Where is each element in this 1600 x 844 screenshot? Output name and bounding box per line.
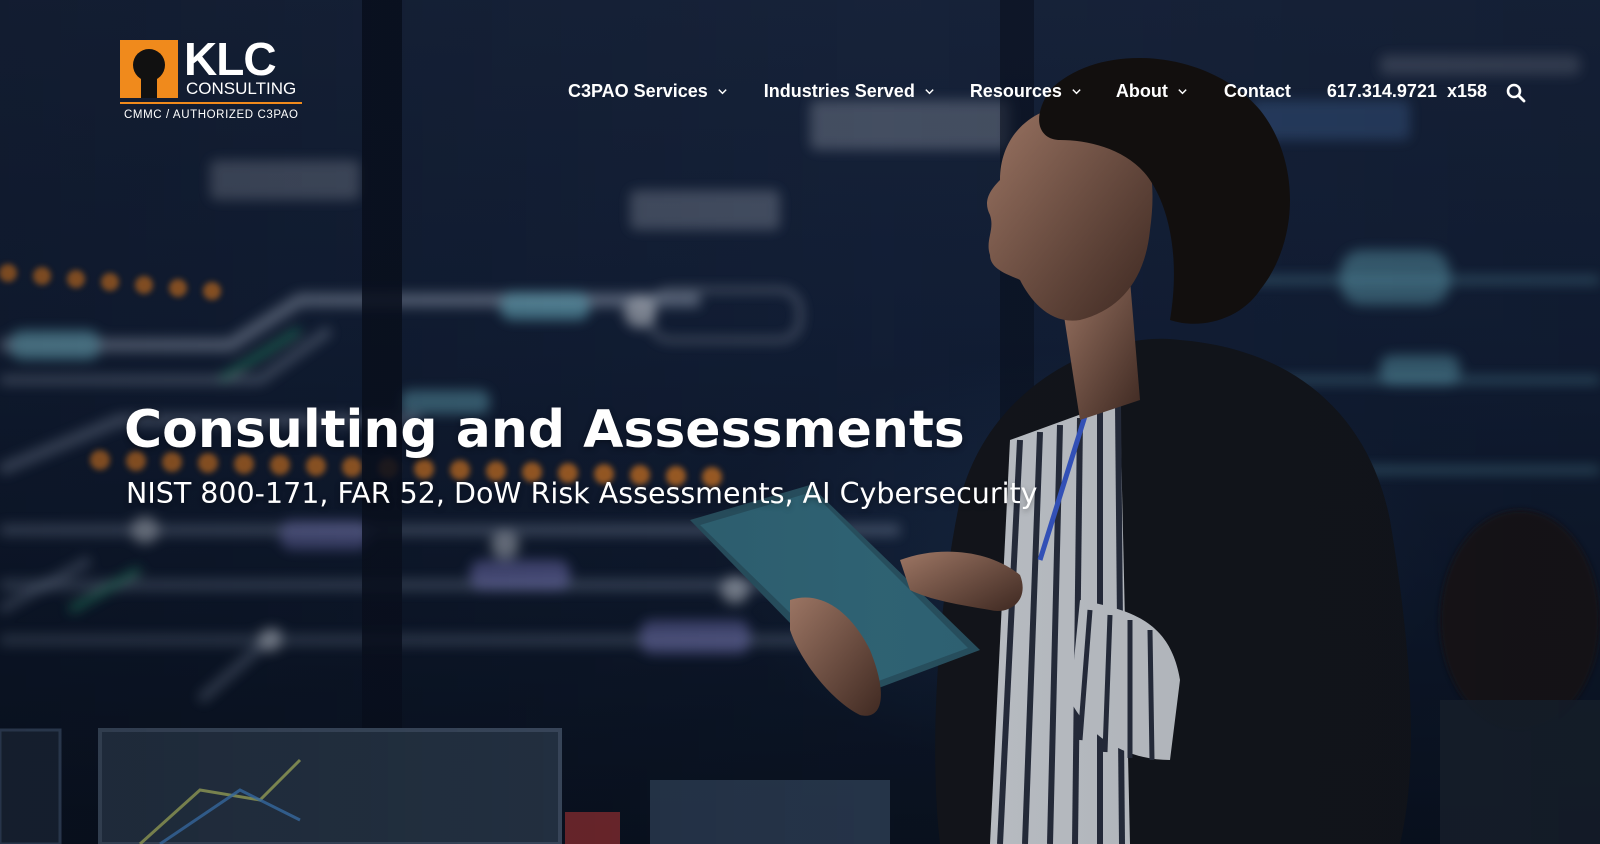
nav-item-label: About [1115,80,1168,101]
chevron-down-icon [1178,88,1187,94]
logo-divider [120,102,302,104]
chevron-down-icon [925,88,934,94]
nav-item-resources[interactable]: Resources [970,81,1082,102]
chevron-down-icon [718,88,727,94]
nav-item-contact[interactable]: Contact [1224,81,1291,102]
keyhole-icon [120,40,178,98]
hero-subtitle: NIST 800-171, FAR 52, DoW Risk Assessmen… [126,477,1038,510]
logo-subname: CONSULTING [186,79,297,98]
hero-title: Consulting and Assessments [124,400,965,460]
main-nav: C3PAO Services Industries Served Resourc… [568,78,1527,104]
nav-item-label: Resources [969,80,1062,101]
nav-item-label: Contact [1223,80,1291,101]
nav-item-about[interactable]: About [1116,81,1188,102]
klc-logo[interactable]: KLC CONSULTING CMMC / AUTHORIZED C3PAO [120,36,302,126]
logo-tagline: CMMC / AUTHORIZED C3PAO [124,109,299,121]
site-header: KLC CONSULTING CMMC / AUTHORIZED C3PAO C… [0,0,1600,130]
nav-item-label: Industries Served [763,80,915,101]
nav-item-label: C3PAO Services [568,80,708,101]
nav-item-c3pao-services[interactable]: C3PAO Services [568,81,728,102]
chevron-down-icon [1072,88,1081,94]
search-icon[interactable] [1505,82,1527,104]
nav-item-industries-served[interactable]: Industries Served [764,81,935,102]
phone-link[interactable]: 617.314.9721 x158 [1327,81,1487,102]
logo-wordmark: KLC [184,33,277,85]
